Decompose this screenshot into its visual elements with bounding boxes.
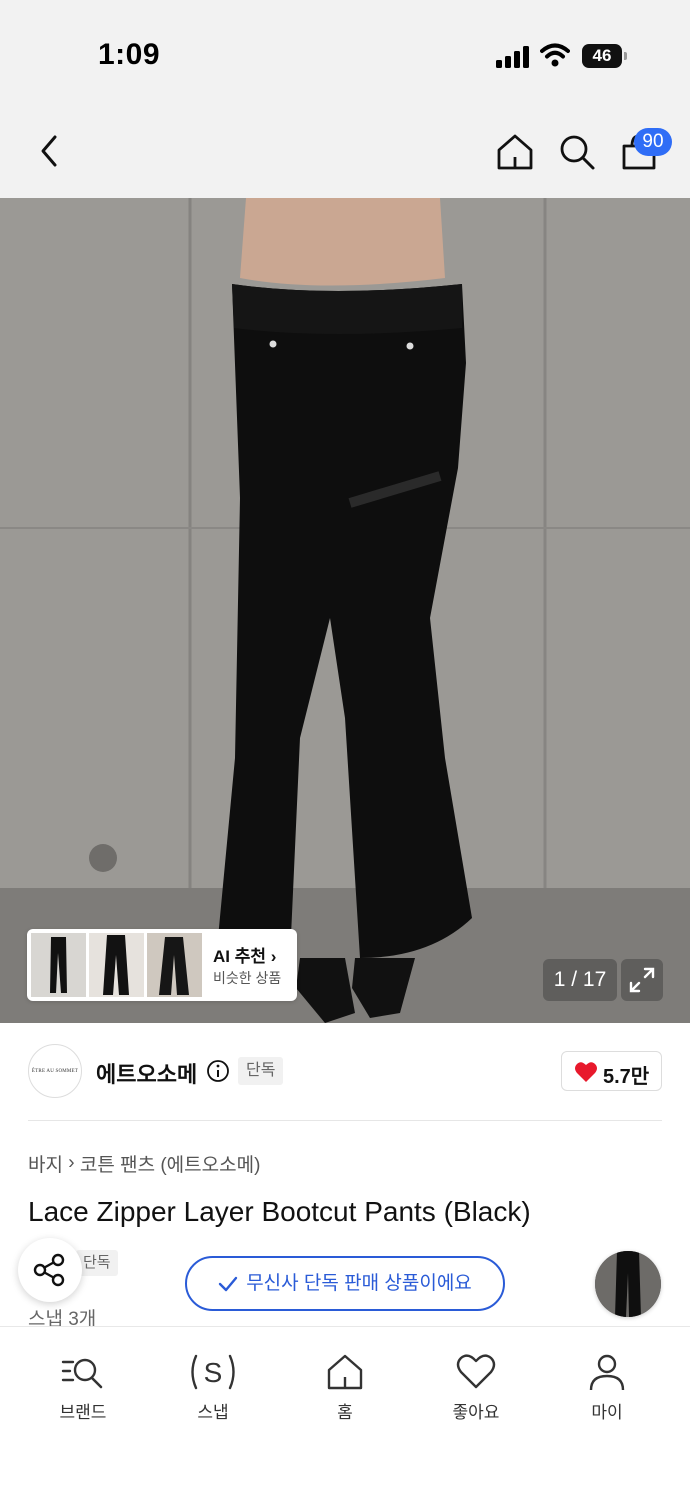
tab-my[interactable]: 마이 [552, 1352, 662, 1432]
expand-icon[interactable] [621, 959, 663, 1001]
ai-recommend-card[interactable]: AI 추천 › 비슷한 상품 [27, 929, 297, 1001]
heart-icon [456, 1354, 496, 1389]
ai-thumb-1[interactable] [31, 933, 86, 997]
snap-icon: S [191, 1354, 235, 1390]
tab-label: 스냅 [197, 1403, 229, 1422]
chevron-right-icon: › [68, 1152, 80, 1174]
home-nav-icon[interactable] [495, 132, 535, 172]
divider [28, 1120, 662, 1121]
tab-likes[interactable]: 좋아요 [421, 1352, 531, 1432]
user-icon [589, 1354, 625, 1391]
status-bar: 1:09 46 [0, 0, 690, 100]
battery-level: 46 [582, 44, 622, 68]
brand-search-icon [61, 1358, 103, 1389]
product-image[interactable] [0, 198, 690, 1023]
ai-thumb-2[interactable] [89, 933, 144, 997]
cart-count-badge: 90 [634, 128, 672, 156]
tab-home[interactable]: 홈 [290, 1352, 400, 1432]
ai-recommend-title: AI 추천 › [213, 947, 277, 966]
info-icon[interactable] [206, 1059, 230, 1083]
signal-icon [496, 46, 530, 68]
svg-text:S: S [204, 1357, 223, 1388]
home-icon [327, 1354, 363, 1390]
battery-icon: 46 [582, 44, 628, 68]
like-button[interactable]: 5.7만 [561, 1051, 662, 1091]
exclusive-badge: 단독 [238, 1057, 284, 1085]
heart-filled-icon [575, 1062, 597, 1082]
chevron-right-icon: › [270, 947, 277, 966]
tab-brand[interactable]: 브랜드 [28, 1352, 138, 1432]
exclusive-badge-secondary: 단독 [76, 1250, 118, 1276]
scroll-top-thumbnail[interactable] [595, 1251, 661, 1317]
back-icon[interactable] [36, 134, 62, 168]
breadcrumb-item-subcategory[interactable]: 코튼 팬츠 (에트오소메) [80, 1155, 261, 1176]
like-count: 5.7만 [603, 1066, 650, 1088]
wifi-icon [540, 43, 570, 67]
search-icon[interactable] [557, 132, 597, 172]
tab-label: 마이 [591, 1403, 623, 1422]
image-counter: 1 / 17 [543, 959, 617, 1001]
breadcrumb-item-category[interactable]: 바지 [28, 1155, 63, 1176]
tab-label: 홈 [337, 1403, 353, 1422]
tab-label: 좋아요 [452, 1403, 500, 1422]
product-title: Lace Zipper Layer Bootcut Pants (Black) [28, 1196, 531, 1227]
share-icon [33, 1253, 65, 1287]
status-time: 1:09 [98, 38, 161, 71]
toast-text: 무신사 단독 판매 상품이에요 [246, 1273, 472, 1294]
brand-logo[interactable]: ÊTRE AU SOMMET [28, 1044, 82, 1098]
share-button[interactable] [18, 1238, 82, 1302]
check-icon [218, 1276, 238, 1292]
ai-recommend-subtitle: 비슷한 상품 [213, 970, 282, 986]
brand-name[interactable]: 에트오소메 [96, 1057, 197, 1089]
tab-snap[interactable]: S 스냅 [158, 1352, 268, 1432]
tab-label: 브랜드 [59, 1403, 107, 1422]
ai-thumb-3[interactable] [147, 933, 202, 997]
breadcrumb: 바지 › 코튼 팬츠 (에트오소메) [28, 1150, 260, 1177]
exclusive-toast: 무신사 단독 판매 상품이에요 [185, 1256, 505, 1311]
